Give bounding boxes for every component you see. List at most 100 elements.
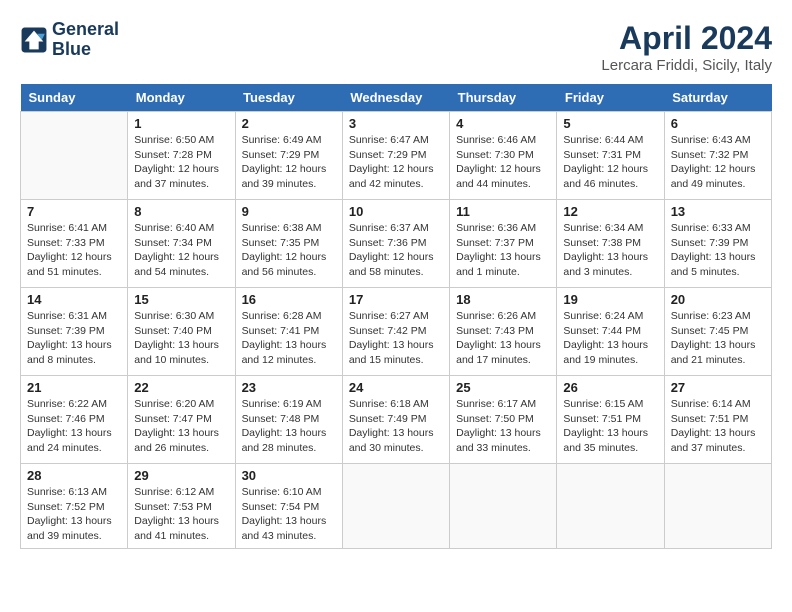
calendar-cell [664, 464, 771, 549]
calendar-cell: 18 Sunrise: 6:26 AM Sunset: 7:43 PM Dayli… [450, 288, 557, 376]
cell-content: Sunrise: 6:31 AM Sunset: 7:39 PM Dayligh… [27, 309, 121, 368]
day-number: 2 [242, 116, 336, 131]
day-number: 4 [456, 116, 550, 131]
calendar-cell: 4 Sunrise: 6:46 AM Sunset: 7:30 PM Daylig… [450, 112, 557, 200]
calendar-cell [557, 464, 664, 549]
cell-content: Sunrise: 6:22 AM Sunset: 7:46 PM Dayligh… [27, 397, 121, 456]
day-number: 30 [242, 468, 336, 483]
day-number: 1 [134, 116, 228, 131]
cell-content: Sunrise: 6:28 AM Sunset: 7:41 PM Dayligh… [242, 309, 336, 368]
cell-content: Sunrise: 6:27 AM Sunset: 7:42 PM Dayligh… [349, 309, 443, 368]
day-number: 6 [671, 116, 765, 131]
calendar-cell: 3 Sunrise: 6:47 AM Sunset: 7:29 PM Daylig… [342, 112, 449, 200]
day-number: 8 [134, 204, 228, 219]
cell-content: Sunrise: 6:47 AM Sunset: 7:29 PM Dayligh… [349, 133, 443, 192]
day-number: 15 [134, 292, 228, 307]
day-number: 17 [349, 292, 443, 307]
cell-content: Sunrise: 6:40 AM Sunset: 7:34 PM Dayligh… [134, 221, 228, 280]
cell-content: Sunrise: 6:46 AM Sunset: 7:30 PM Dayligh… [456, 133, 550, 192]
calendar-cell: 20 Sunrise: 6:23 AM Sunset: 7:45 PM Dayli… [664, 288, 771, 376]
calendar-cell [342, 464, 449, 549]
calendar-cell: 11 Sunrise: 6:36 AM Sunset: 7:37 PM Dayli… [450, 200, 557, 288]
day-number: 12 [563, 204, 657, 219]
cell-content: Sunrise: 6:49 AM Sunset: 7:29 PM Dayligh… [242, 133, 336, 192]
day-number: 9 [242, 204, 336, 219]
calendar-cell: 15 Sunrise: 6:30 AM Sunset: 7:40 PM Dayli… [128, 288, 235, 376]
calendar-cell: 19Sunrise: 6:24 AM Sunset: 7:44 PM Dayli… [557, 288, 664, 376]
day-number: 25 [456, 380, 550, 395]
day-number: 20 [671, 292, 765, 307]
calendar-cell: 1 Sunrise: 6:50 AM Sunset: 7:28 PM Daylig… [128, 112, 235, 200]
day-number: 11 [456, 204, 550, 219]
cell-content: Sunrise: 6:43 AM Sunset: 7:32 PM Dayligh… [671, 133, 765, 192]
day-number: 28 [27, 468, 121, 483]
day-number: 26 [563, 380, 657, 395]
calendar-cell: 29 Sunrise: 6:12 AM Sunset: 7:53 PM Dayli… [128, 464, 235, 549]
calendar-cell: 26 Sunrise: 6:15 AM Sunset: 7:51 PM Dayli… [557, 376, 664, 464]
cell-content: Sunrise: 6:14 AM Sunset: 7:51 PM Dayligh… [671, 397, 765, 456]
logo: General Blue [20, 20, 119, 60]
cell-content: Sunrise: 6:17 AM Sunset: 7:50 PM Dayligh… [456, 397, 550, 456]
day-number: 5 [563, 116, 657, 131]
cell-content: Sunrise: 6:34 AM Sunset: 7:38 PM Dayligh… [563, 221, 657, 280]
day-header-monday: Monday [128, 84, 235, 112]
calendar-cell: 25 Sunrise: 6:17 AM Sunset: 7:50 PM Dayli… [450, 376, 557, 464]
calendar-cell: 10 Sunrise: 6:37 AM Sunset: 7:36 PM Dayli… [342, 200, 449, 288]
calendar-cell: 6 Sunrise: 6:43 AM Sunset: 7:32 PM Daylig… [664, 112, 771, 200]
day-header-sunday: Sunday [21, 84, 128, 112]
calendar-cell: 8 Sunrise: 6:40 AM Sunset: 7:34 PM Daylig… [128, 200, 235, 288]
calendar-cell: 28Sunrise: 6:13 AM Sunset: 7:52 PM Dayli… [21, 464, 128, 549]
day-number: 23 [242, 380, 336, 395]
cell-content: Sunrise: 6:19 AM Sunset: 7:48 PM Dayligh… [242, 397, 336, 456]
cell-content: Sunrise: 6:33 AM Sunset: 7:39 PM Dayligh… [671, 221, 765, 280]
day-number: 10 [349, 204, 443, 219]
day-number: 7 [27, 204, 121, 219]
day-number: 24 [349, 380, 443, 395]
calendar-week-2: 7Sunrise: 6:41 AM Sunset: 7:33 PM Daylig… [21, 200, 772, 288]
cell-content: Sunrise: 6:50 AM Sunset: 7:28 PM Dayligh… [134, 133, 228, 192]
day-header-tuesday: Tuesday [235, 84, 342, 112]
cell-content: Sunrise: 6:20 AM Sunset: 7:47 PM Dayligh… [134, 397, 228, 456]
day-header-friday: Friday [557, 84, 664, 112]
day-number: 22 [134, 380, 228, 395]
day-number: 19 [563, 292, 657, 307]
cell-content: Sunrise: 6:30 AM Sunset: 7:40 PM Dayligh… [134, 309, 228, 368]
header-row: SundayMondayTuesdayWednesdayThursdayFrid… [21, 84, 772, 112]
calendar-cell: 23 Sunrise: 6:19 AM Sunset: 7:48 PM Dayli… [235, 376, 342, 464]
page-header: General Blue April 2024 Lercara Friddi, … [20, 20, 772, 74]
day-number: 3 [349, 116, 443, 131]
calendar-cell: 16 Sunrise: 6:28 AM Sunset: 7:41 PM Dayli… [235, 288, 342, 376]
calendar-table: SundayMondayTuesdayWednesdayThursdayFrid… [20, 84, 772, 549]
day-header-wednesday: Wednesday [342, 84, 449, 112]
calendar-cell: 21Sunrise: 6:22 AM Sunset: 7:46 PM Dayli… [21, 376, 128, 464]
location: Lercara Friddi, Sicily, Italy [601, 57, 772, 74]
cell-content: Sunrise: 6:23 AM Sunset: 7:45 PM Dayligh… [671, 309, 765, 368]
title-block: April 2024 Lercara Friddi, Sicily, Italy [601, 20, 772, 74]
cell-content: Sunrise: 6:12 AM Sunset: 7:53 PM Dayligh… [134, 485, 228, 544]
calendar-cell [21, 112, 128, 200]
calendar-cell: 14Sunrise: 6:31 AM Sunset: 7:39 PM Dayli… [21, 288, 128, 376]
month-title: April 2024 [601, 20, 772, 57]
cell-content: Sunrise: 6:38 AM Sunset: 7:35 PM Dayligh… [242, 221, 336, 280]
cell-content: Sunrise: 6:36 AM Sunset: 7:37 PM Dayligh… [456, 221, 550, 280]
cell-content: Sunrise: 6:44 AM Sunset: 7:31 PM Dayligh… [563, 133, 657, 192]
logo-icon [20, 26, 48, 54]
day-number: 18 [456, 292, 550, 307]
cell-content: Sunrise: 6:15 AM Sunset: 7:51 PM Dayligh… [563, 397, 657, 456]
calendar-cell: 9 Sunrise: 6:38 AM Sunset: 7:35 PM Daylig… [235, 200, 342, 288]
day-header-saturday: Saturday [664, 84, 771, 112]
calendar-week-1: 1 Sunrise: 6:50 AM Sunset: 7:28 PM Daylig… [21, 112, 772, 200]
cell-content: Sunrise: 6:26 AM Sunset: 7:43 PM Dayligh… [456, 309, 550, 368]
day-number: 29 [134, 468, 228, 483]
day-number: 16 [242, 292, 336, 307]
calendar-cell: 2 Sunrise: 6:49 AM Sunset: 7:29 PM Daylig… [235, 112, 342, 200]
cell-content: Sunrise: 6:37 AM Sunset: 7:36 PM Dayligh… [349, 221, 443, 280]
day-header-thursday: Thursday [450, 84, 557, 112]
day-number: 13 [671, 204, 765, 219]
calendar-cell: 13 Sunrise: 6:33 AM Sunset: 7:39 PM Dayli… [664, 200, 771, 288]
cell-content: Sunrise: 6:18 AM Sunset: 7:49 PM Dayligh… [349, 397, 443, 456]
calendar-week-3: 14Sunrise: 6:31 AM Sunset: 7:39 PM Dayli… [21, 288, 772, 376]
calendar-cell: 30Sunrise: 6:10 AM Sunset: 7:54 PM Dayli… [235, 464, 342, 549]
calendar-week-5: 28Sunrise: 6:13 AM Sunset: 7:52 PM Dayli… [21, 464, 772, 549]
calendar-cell: 22 Sunrise: 6:20 AM Sunset: 7:47 PM Dayli… [128, 376, 235, 464]
